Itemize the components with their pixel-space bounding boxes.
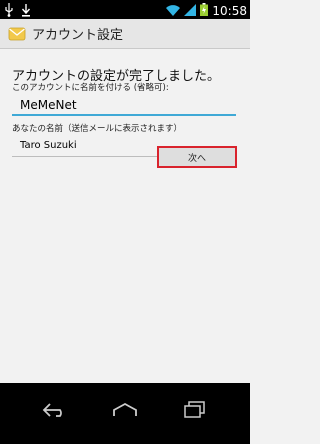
next-button[interactable]: 次へ	[157, 146, 237, 168]
navigation-bar	[0, 383, 250, 444]
battery-icon	[200, 1, 209, 20]
account-name-value: MeMeNet	[20, 98, 77, 112]
wifi-icon	[166, 1, 181, 20]
account-name-label: このアカウントに名前を付ける (省略可):	[12, 83, 169, 93]
recent-apps-icon[interactable]	[180, 395, 210, 425]
page-title: アカウント設定	[32, 28, 124, 43]
your-name-value: Taro Suzuki	[20, 140, 77, 151]
mail-icon[interactable]	[8, 25, 26, 43]
back-icon[interactable]	[40, 395, 70, 425]
action-bar: アカウント設定	[0, 19, 250, 49]
signal-icon	[184, 1, 197, 20]
account-name-field[interactable]: MeMeNet	[12, 94, 236, 116]
your-name-label: あなたの名前（送信メールに表示されます）	[12, 124, 183, 134]
home-icon[interactable]	[110, 395, 140, 425]
status-bar: 10:58	[0, 0, 250, 19]
account-setup-form: アカウントの設定が完了しました。 このアカウントに名前を付ける (省略可): M…	[0, 50, 250, 383]
status-clock: 10:58	[212, 3, 247, 18]
